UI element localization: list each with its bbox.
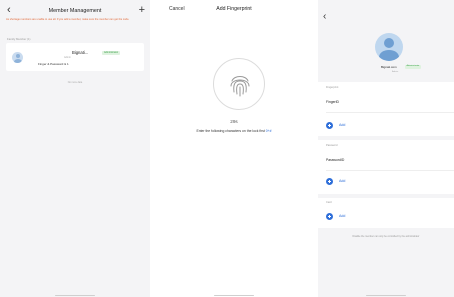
member-name: Bignati... (72, 50, 89, 55)
member-role: Admin (64, 56, 71, 59)
add-circle-icon[interactable] (326, 178, 333, 185)
role-badge: Administrator (102, 51, 121, 55)
member-name: Bignati.com (381, 65, 397, 69)
add-circle-icon[interactable] (326, 213, 333, 220)
page-title: Member Management (48, 8, 102, 14)
member-role: Admin (392, 71, 399, 73)
member-keys: Finger & Password & 1 (38, 62, 69, 66)
list-footer: No more data (67, 81, 83, 84)
home-indicator (214, 294, 254, 296)
divider (326, 170, 454, 171)
page-title: Add Fingerprint (216, 6, 252, 12)
section-header: Card (326, 201, 332, 204)
lock-code: 0+# (265, 129, 272, 133)
back-icon[interactable]: ‹ (323, 11, 326, 22)
member-card[interactable]: Bignati... Administrator Admin Finger & … (6, 43, 144, 71)
divider (326, 112, 454, 113)
password-item[interactable]: PasswordID (326, 158, 344, 162)
instruction-label: Enter the following characters on the lo… (196, 129, 266, 133)
home-indicator (55, 294, 95, 296)
section-header: Fingerprint (326, 86, 339, 89)
section-header: Password (326, 144, 338, 147)
add-card-button[interactable]: Add (339, 214, 345, 218)
fingerprint-item[interactable]: FingerID (326, 100, 339, 104)
fingerprint-section: Fingerprint FingerID Add (318, 82, 454, 136)
footer-note: Disable the member can only be controlle… (352, 235, 420, 238)
card-section: Card Add (318, 198, 454, 228)
avatar-icon[interactable] (375, 33, 403, 61)
member-management-screen: ‹ Member Management + As shortage member… (0, 0, 150, 297)
add-fingerprint-screen: Cancel Add Fingerprint 29s Enter the fol… (150, 0, 318, 297)
avatar-icon (12, 52, 23, 63)
member-detail-screen: ‹ Bignati.com Administrator Admin Finger… (318, 0, 454, 297)
password-section: Password PasswordID Add (318, 140, 454, 194)
add-circle-icon[interactable] (326, 122, 333, 129)
warning-notice: As shortage members are unable to use al… (6, 18, 130, 21)
fingerprint-icon (213, 58, 265, 110)
add-password-button[interactable]: Add (339, 179, 345, 183)
role-badge: Administrator (405, 65, 421, 69)
section-label: Family Member (1) (7, 37, 31, 41)
instruction-text: Enter the following characters on the lo… (150, 129, 318, 133)
add-member-icon[interactable]: + (139, 4, 145, 16)
home-indicator (366, 294, 406, 296)
countdown-timer: 29s (230, 119, 238, 124)
add-fingerprint-button[interactable]: Add (339, 123, 345, 127)
